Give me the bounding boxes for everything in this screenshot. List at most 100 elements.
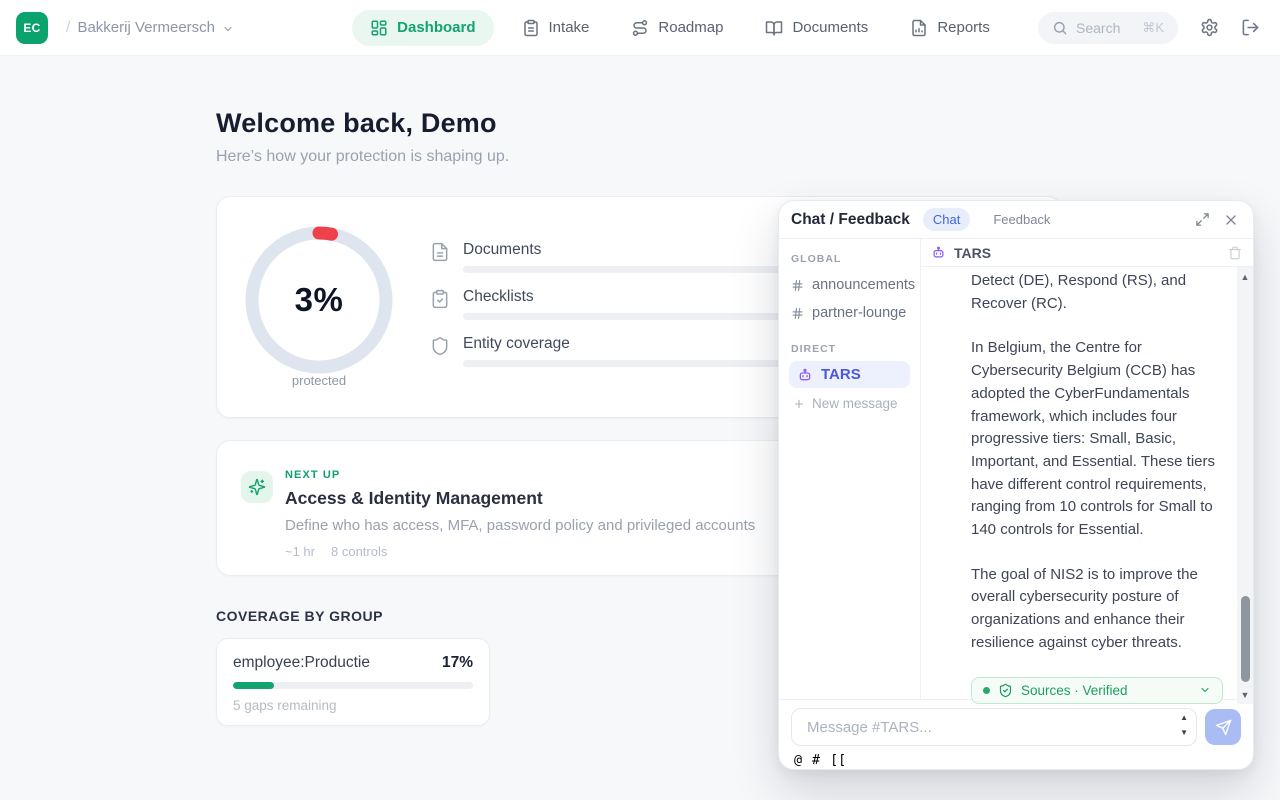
message-line: In Belgium, the Centre for [971,337,1231,360]
group-note: 5 gaps remaining [233,698,473,713]
coverage-group-card: employee:Productie 17% 5 gaps remaining [216,638,490,726]
chat-panel: Chat / Feedback Chat Feedback GLOBAL ann… [778,200,1254,770]
file-chart-icon [910,19,928,37]
protection-percent: 3% [235,216,403,384]
composer-scroll-up[interactable]: ▲ [1180,712,1188,724]
top-nav-bar: EC / Bakkerij Vermeersch Dashboard Intak… [0,0,1280,56]
message-line: ranging from 10 controls for Small to [971,496,1231,519]
scrollbar[interactable]: ▲ ▼ [1237,267,1253,704]
search-icon [1052,20,1068,36]
file-text-icon [430,242,450,273]
search-shortcut: ⌘K [1142,20,1164,36]
message-line: Detect (DE), Respond (RS), and [971,270,1231,293]
shield-check-icon [998,683,1013,698]
tab-roadmap[interactable]: Roadmap [617,10,737,46]
message-scroll-area: Detect (DE), Respond (RS), and Recover (… [921,267,1253,704]
send-button[interactable] [1205,709,1241,745]
trash-icon [1228,246,1242,260]
nav-label: Intake [549,19,590,36]
next-up-eyebrow: NEXT UP [285,469,755,481]
chevron-down-icon [1199,684,1211,696]
scroll-down-arrow[interactable]: ▼ [1237,688,1253,702]
new-message-button[interactable]: New message [791,388,898,411]
group-name: employee:Productie [233,654,370,672]
main-nav: Dashboard Intake Roadmap Documents Repor… [346,10,1010,46]
tab-chat[interactable]: Chat [923,208,970,231]
hash-icon [791,307,804,320]
composer-scroll-down[interactable]: ▼ [1180,727,1188,739]
paper-plane-icon [1215,719,1232,736]
protection-donut-chart: 3% [235,216,403,384]
channel-partner-lounge[interactable]: partner-lounge [791,299,908,327]
tab-feedback[interactable]: Feedback [983,208,1060,231]
close-icon [1223,212,1239,228]
page-subtitle: Here’s how your protection is shaping up… [216,148,1062,166]
channel-shortcut[interactable]: # [812,753,820,768]
close-button[interactable] [1223,212,1239,228]
channel-name: announcements [812,277,915,293]
next-up-controls: 8 controls [331,544,387,559]
brand-logo[interactable]: EC [16,12,48,44]
assistant-message: Detect (DE), Respond (RS), and Recover (… [971,270,1231,704]
scrollbar-thumb[interactable] [1241,596,1250,682]
sources-label: Sources · Verified [1021,683,1191,698]
tab-dashboard[interactable]: Dashboard [352,10,493,46]
message-line: resilience against cyber threats. [971,632,1231,655]
breadcrumb-slash: / [66,19,70,37]
gear-icon [1200,18,1219,37]
nav-label: Roadmap [658,19,723,36]
status-dot [983,687,990,694]
search-placeholder: Search [1076,20,1134,36]
page-title: Welcome back, Demo [216,108,1062,139]
logout-button[interactable] [1241,18,1260,37]
plus-icon [793,398,805,410]
nav-label: Dashboard [397,19,475,36]
message-line: progressive tiers: Small, Basic, [971,428,1231,451]
delete-conversation-button[interactable] [1228,246,1242,260]
protection-caption: protected [235,373,403,388]
settings-button[interactable] [1200,18,1219,37]
expand-button[interactable] [1195,212,1210,227]
search-input[interactable]: Search ⌘K [1038,12,1178,44]
breadcrumb-entity: Bakkerij Vermeersch [77,19,215,36]
group-percent: 17% [442,654,473,672]
message-line: 140 controls for Essential. [971,519,1231,542]
direct-section-label: DIRECT [791,343,908,355]
nav-label: Documents [792,19,868,36]
dm-tars[interactable]: TARS [789,361,910,388]
layout-grid-icon [370,19,388,37]
robot-icon [931,245,946,260]
hash-icon [791,279,804,292]
chat-composer: ▲ ▼ @ # [[ [779,699,1253,769]
message-line: adopted the CyberFundamentals [971,383,1231,406]
chevron-down-icon [222,23,234,35]
shield-icon [430,336,450,367]
message-line: overall cybersecurity posture of [971,586,1231,609]
message-line: Recover (RC). [971,293,1231,316]
new-message-label: New message [812,396,898,411]
channel-announcements[interactable]: announcements [791,271,908,299]
clipboard-icon [522,19,540,37]
message-line: framework, which includes four [971,406,1231,429]
tab-documents[interactable]: Documents [751,10,882,46]
message-line: The goal of NIS2 is to improve the [971,564,1231,587]
global-section-label: GLOBAL [791,253,908,265]
chat-conversation: TARS Detect (DE), Respond (RS), and Reco… [921,239,1253,699]
tab-reports[interactable]: Reports [896,10,1004,46]
book-open-icon [765,19,783,37]
sources-verified-button[interactable]: Sources · Verified [971,677,1223,704]
nav-label: Reports [937,19,990,36]
breadcrumb-entity-selector[interactable]: / Bakkerij Vermeersch [66,19,234,37]
message-line: have different control requirements, [971,474,1231,497]
sparkles-icon [241,471,273,503]
conversation-name: TARS [954,245,1220,261]
logout-icon [1241,18,1260,37]
conversation-header: TARS [921,239,1253,267]
clipboard-check-icon [430,289,450,320]
mention-shortcut[interactable]: @ [794,753,802,768]
message-input[interactable] [791,708,1197,746]
robot-icon [797,367,813,383]
scroll-up-arrow[interactable]: ▲ [1237,270,1253,284]
tab-intake[interactable]: Intake [508,10,604,46]
link-shortcut[interactable]: [[ [830,753,846,768]
